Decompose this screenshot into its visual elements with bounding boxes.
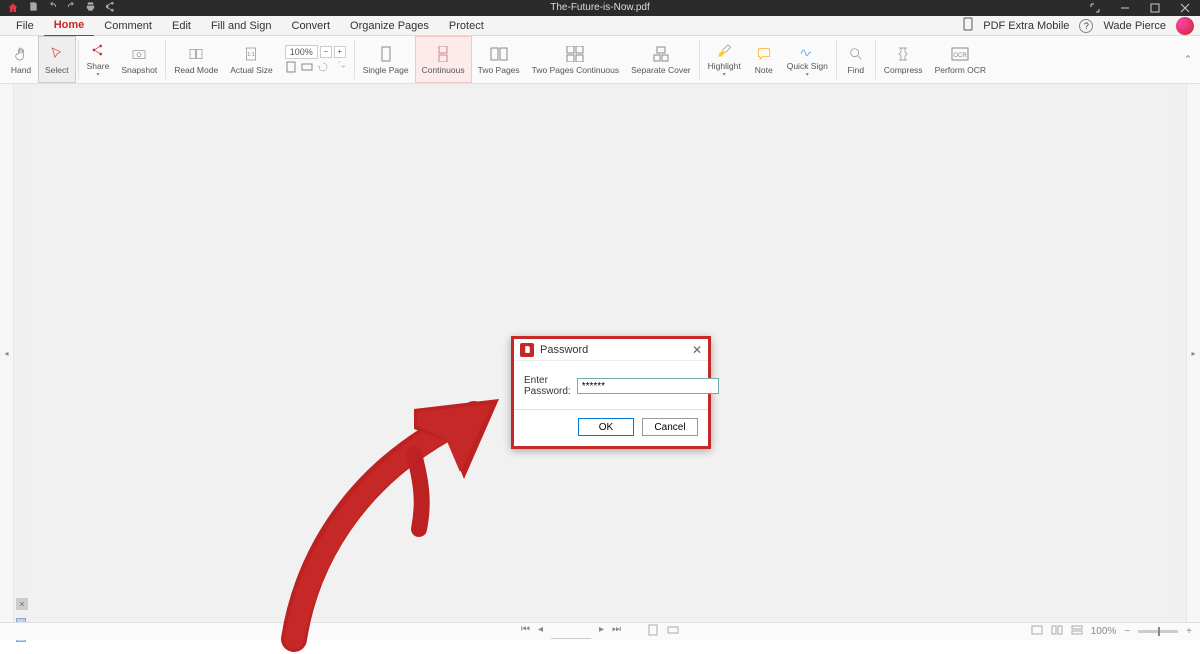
two-pages-tool[interactable]: Two Pages [472, 36, 526, 83]
zoom-in-icon[interactable]: + [334, 46, 346, 58]
print-icon[interactable] [85, 1, 96, 15]
status-bar: ⏮ ◂ ▸ ⏭ 100% − + [0, 622, 1200, 640]
ribbon-toolbar: Hand Select Share▾ Snapshot Read Mode 1:… [0, 36, 1200, 84]
menu-edit[interactable]: Edit [162, 16, 201, 36]
password-label: Enter Password: [524, 375, 571, 397]
zoom-control[interactable]: 100%−+ [279, 36, 352, 83]
prev-page-icon[interactable]: ◂ [538, 624, 543, 639]
dialog-close-icon[interactable]: ✕ [692, 343, 702, 357]
menu-convert[interactable]: Convert [282, 16, 341, 36]
zoom-out-status-icon[interactable]: − [1124, 626, 1130, 637]
fit-width-status-icon[interactable] [667, 624, 679, 639]
share-tool[interactable]: Share▾ [81, 36, 116, 83]
view3-icon[interactable] [1071, 625, 1083, 638]
phone-icon [963, 17, 973, 34]
app-icon [520, 343, 534, 357]
dialog-title: Password [540, 344, 588, 356]
share-icon[interactable] [104, 1, 115, 15]
menu-bar: File Home Comment Edit Fill and Sign Con… [0, 16, 1200, 36]
cancel-button[interactable]: Cancel [642, 418, 698, 436]
username-label[interactable]: Wade Pierce [1103, 20, 1166, 32]
find-tool[interactable]: Find [839, 36, 873, 83]
menu-home[interactable]: Home [44, 15, 95, 37]
left-gutter[interactable]: ◂ [0, 84, 14, 622]
help-icon[interactable]: ? [1079, 19, 1093, 33]
fullscreen-icon[interactable] [1080, 0, 1110, 16]
undo-icon[interactable] [47, 1, 58, 15]
menu-fill-sign[interactable]: Fill and Sign [201, 16, 282, 36]
fit-page-status-icon[interactable] [647, 624, 659, 639]
close-tag-icon[interactable]: × [16, 598, 28, 610]
continuous-tool[interactable]: Continuous [415, 36, 472, 83]
close-icon[interactable] [1170, 0, 1200, 16]
perform-ocr-tool[interactable]: OCRPerform OCR [929, 36, 992, 83]
separate-cover-tool[interactable]: Separate Cover [625, 36, 697, 83]
next-page-icon[interactable]: ▸ [599, 624, 604, 639]
menu-organize[interactable]: Organize Pages [340, 16, 439, 36]
select-tool[interactable]: Select [38, 36, 76, 83]
right-gutter[interactable]: ▸ [1186, 84, 1200, 622]
snapshot-tool[interactable]: Snapshot [115, 36, 163, 83]
user-avatar[interactable] [1176, 17, 1194, 35]
menu-comment[interactable]: Comment [94, 16, 162, 36]
home-icon[interactable] [6, 1, 20, 15]
compress-tool[interactable]: Compress [878, 36, 929, 83]
rotate-left-icon[interactable] [317, 61, 329, 75]
menu-protect[interactable]: Protect [439, 16, 494, 36]
save-icon[interactable] [28, 1, 39, 15]
menu-file[interactable]: File [6, 16, 44, 36]
document-area[interactable]: × Password ✕ Enter Password: [14, 84, 1186, 622]
first-page-icon[interactable]: ⏮ [521, 624, 530, 639]
mobile-label[interactable]: PDF Extra Mobile [983, 20, 1069, 32]
single-page-tool[interactable]: Single Page [357, 36, 415, 83]
zoom-value: 100% [1091, 626, 1117, 637]
document-title: The-Future-is-Now.pdf [550, 0, 649, 16]
redo-icon[interactable] [66, 1, 77, 15]
hand-tool[interactable]: Hand [4, 36, 38, 83]
view2-icon[interactable] [1051, 625, 1063, 638]
actual-size-tool[interactable]: 1:1Actual Size [224, 36, 279, 83]
quick-sign-tool[interactable]: Quick Sign▾ [781, 36, 834, 83]
svg-text:1:1: 1:1 [248, 52, 255, 58]
read-mode-tool[interactable]: Read Mode [168, 36, 224, 83]
maximize-icon[interactable] [1140, 0, 1170, 16]
zoom-in-status-icon[interactable]: + [1186, 626, 1192, 637]
fit-page-icon[interactable] [285, 61, 297, 75]
fit-width-icon[interactable] [301, 61, 313, 75]
password-dialog: Password ✕ Enter Password: OK Cancel [511, 336, 711, 449]
last-page-icon[interactable]: ⏭ [612, 624, 621, 639]
view1-icon[interactable] [1031, 625, 1043, 638]
password-input[interactable] [577, 378, 719, 394]
highlight-tool[interactable]: Highlight▾ [702, 36, 747, 83]
note-tool[interactable]: Note [747, 36, 781, 83]
minimize-icon[interactable] [1110, 0, 1140, 16]
rotate-right-icon[interactable] [333, 61, 345, 75]
workspace: ◂ × Password ✕ Enter Password: [0, 84, 1200, 622]
svg-text:OCR: OCR [954, 53, 968, 59]
collapse-ribbon-icon[interactable]: ⌃ [1184, 54, 1192, 65]
two-pages-continuous-tool[interactable]: Two Pages Continuous [526, 36, 625, 83]
zoom-out-icon[interactable]: − [320, 46, 332, 58]
ok-button[interactable]: OK [578, 418, 634, 436]
